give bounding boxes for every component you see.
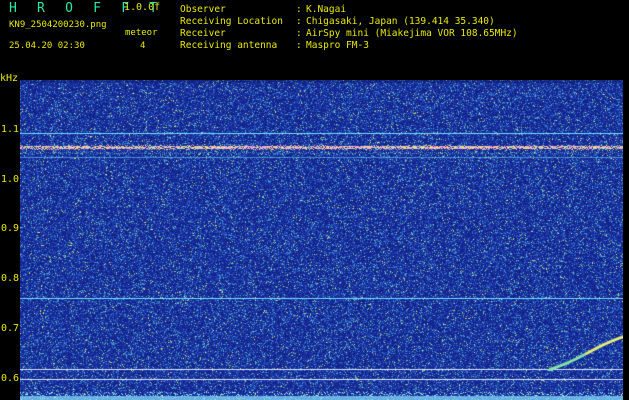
receiver-value: AirSpy mini (Miakejima VOR 108.65MHz) [306, 28, 518, 39]
y-axis-unit: kHz [0, 73, 19, 84]
y-tick-label: 1.0 [1, 174, 20, 185]
observer-value: K.Nagai [306, 4, 347, 15]
antenna-value: Maspro FM-3 [306, 40, 369, 51]
y-tick-label: 0.9 [1, 223, 20, 234]
y-tick-label: 1.1 [1, 124, 20, 135]
receiver-label: Receiver [180, 28, 226, 39]
y-tick-label: 0.7 [1, 323, 20, 334]
meteor-label: meteor [125, 28, 158, 38]
antenna-label: Receiving antenna [180, 40, 278, 51]
observer-value-prefix: : [296, 4, 302, 15]
observer-label: Observer [180, 4, 226, 15]
app-version: 1.0.0f [124, 2, 161, 13]
receiver-colon: : [296, 28, 302, 39]
antenna-colon: : [296, 40, 302, 51]
meteor-count: 4 [140, 41, 146, 51]
spectrogram-canvas [20, 80, 623, 400]
location-value: Chigasaki, Japan (139.414 35.340) [306, 16, 495, 27]
y-tick-label: 0.6 [1, 373, 20, 384]
y-tick-label: 0.8 [1, 273, 20, 284]
location-colon: : [296, 16, 302, 27]
location-label: Receiving Location [180, 16, 283, 27]
image-filename: KN9_2504200230.png [9, 20, 107, 30]
observation-datetime: 25.04.20 02:30 [9, 41, 85, 51]
